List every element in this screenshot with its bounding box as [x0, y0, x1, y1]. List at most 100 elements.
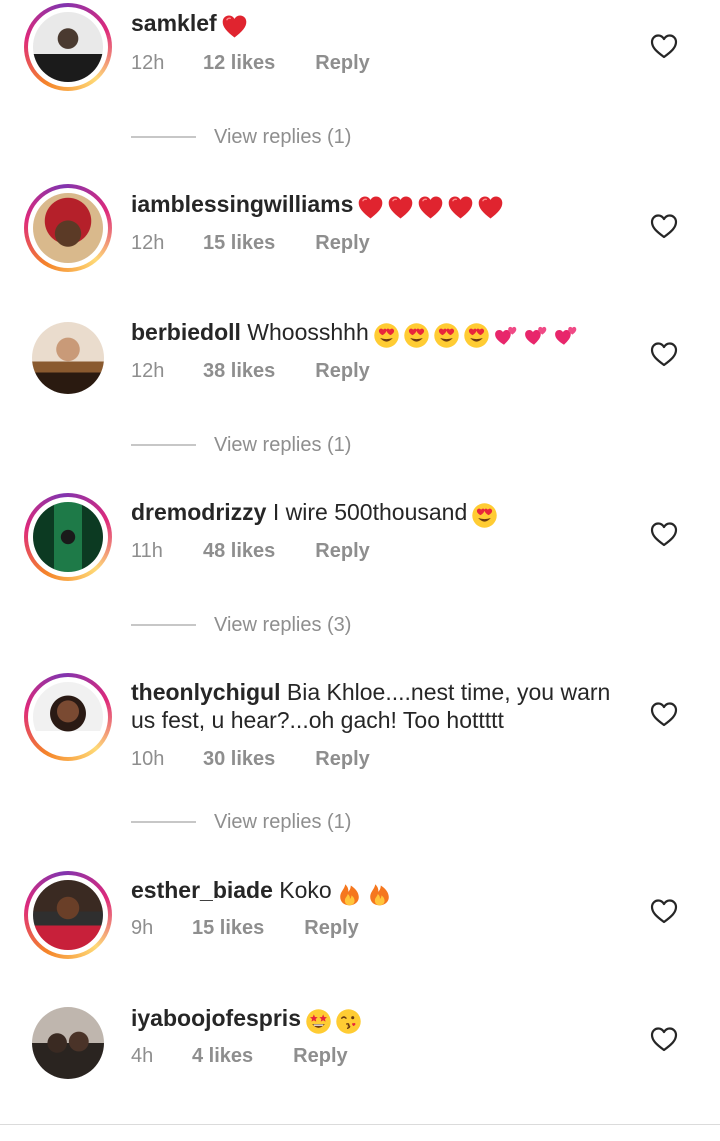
view-replies-label: View replies (1)	[214, 126, 352, 148]
like-heart-icon[interactable]	[650, 701, 678, 727]
view-replies-label: View replies (1)	[214, 434, 352, 456]
timestamp: 12h	[131, 360, 165, 382]
timestamp: 12h	[131, 232, 165, 254]
username[interactable]: theonlychigul	[131, 679, 281, 705]
likes-count[interactable]: 30 likes	[203, 747, 275, 771]
like-heart-icon[interactable]	[650, 341, 678, 367]
avatar	[33, 193, 103, 263]
red-heart-emoji-icon	[221, 13, 248, 40]
emoji-group	[357, 191, 507, 220]
emoji-group	[305, 1005, 365, 1034]
reply-button[interactable]: Reply	[315, 747, 369, 771]
divider-line	[131, 444, 196, 446]
comment-text: iyaboojofespris	[131, 1004, 631, 1035]
two-hearts-emoji-icon	[553, 322, 580, 349]
comment-text: theonlychigul Bia Khloe....nest time, yo…	[131, 678, 651, 734]
divider-line	[131, 624, 196, 626]
emoji-group	[336, 877, 396, 906]
comment-body-line-2: us fest, u hear?...oh gach! Too hottttt	[131, 707, 504, 733]
two-hearts-emoji-icon	[493, 322, 520, 349]
likes-count[interactable]: 15 likes	[203, 231, 275, 255]
view-replies-button[interactable]: View replies (3)	[131, 613, 531, 637]
reply-button[interactable]: Reply	[304, 916, 358, 940]
heart-eyes-emoji-icon	[373, 322, 400, 349]
username[interactable]: samklef	[131, 10, 217, 36]
avatar	[33, 682, 103, 752]
avatar-story-ring[interactable]	[24, 673, 112, 761]
comment-body: Koko	[279, 877, 332, 903]
comment-meta: 12h 12 likes Reply	[131, 51, 370, 75]
avatar-wrap[interactable]	[32, 322, 104, 394]
fire-emoji-icon	[336, 880, 363, 907]
username[interactable]: berbiedoll	[131, 319, 241, 345]
like-heart-icon[interactable]	[650, 213, 678, 239]
reply-button[interactable]: Reply	[315, 51, 369, 75]
red-heart-emoji-icon	[417, 194, 444, 221]
likes-count[interactable]: 15 likes	[192, 916, 264, 940]
comment-text: iamblessingwilliams	[131, 190, 631, 221]
timestamp: 12h	[131, 52, 165, 74]
star-struck-emoji-icon	[305, 1008, 332, 1035]
like-heart-icon[interactable]	[650, 33, 678, 59]
comment-text: esther_biade Koko	[131, 876, 631, 907]
timestamp: 11h	[131, 540, 163, 562]
avatar	[33, 12, 103, 82]
avatar-story-ring[interactable]	[24, 184, 112, 272]
red-heart-emoji-icon	[477, 194, 504, 221]
red-heart-emoji-icon	[387, 194, 414, 221]
view-replies-label: View replies (3)	[214, 614, 352, 636]
avatar	[32, 1007, 104, 1079]
comment-body: Whoosshhh	[247, 319, 369, 345]
avatar	[33, 502, 103, 572]
emoji-group	[373, 319, 583, 348]
heart-eyes-emoji-icon	[403, 322, 430, 349]
comment-text: samklef	[131, 9, 631, 40]
comment-meta: 12h 15 likes Reply	[131, 231, 370, 255]
comment-text: dremodrizzy I wire 500thousand	[131, 498, 631, 529]
avatar-story-ring[interactable]	[24, 871, 112, 959]
comment-text: berbiedoll Whoosshhh	[131, 318, 631, 349]
reply-button[interactable]: Reply	[315, 539, 369, 563]
like-heart-icon[interactable]	[650, 898, 678, 924]
username[interactable]: iyaboojofespris	[131, 1005, 301, 1031]
username[interactable]: esther_biade	[131, 877, 273, 903]
avatar	[33, 880, 103, 950]
like-heart-icon[interactable]	[650, 521, 678, 547]
view-replies-label: View replies (1)	[214, 811, 352, 833]
emoji-group	[221, 10, 251, 39]
reply-button[interactable]: Reply	[315, 359, 369, 383]
reply-button[interactable]: Reply	[293, 1044, 347, 1068]
avatar-wrap[interactable]	[32, 1007, 104, 1079]
like-heart-icon[interactable]	[650, 1026, 678, 1052]
comment-meta: 11h 48 likes Reply	[131, 539, 370, 563]
timestamp: 4h	[131, 1045, 154, 1067]
bottom-divider	[0, 1124, 720, 1125]
divider-line	[131, 136, 196, 138]
red-heart-emoji-icon	[447, 194, 474, 221]
likes-count[interactable]: 4 likes	[192, 1044, 253, 1068]
likes-count[interactable]: 38 likes	[203, 359, 275, 383]
fire-emoji-icon	[366, 880, 393, 907]
timestamp: 9h	[131, 917, 154, 939]
two-hearts-emoji-icon	[523, 322, 550, 349]
avatar-story-ring[interactable]	[24, 493, 112, 581]
comment-meta: 9h 15 likes Reply	[131, 916, 359, 940]
red-heart-emoji-icon	[357, 194, 384, 221]
timestamp: 10h	[131, 748, 165, 770]
comment-meta: 10h 30 likes Reply	[131, 747, 370, 771]
likes-count[interactable]: 48 likes	[203, 539, 275, 563]
username[interactable]: iamblessingwilliams	[131, 191, 353, 217]
avatar	[32, 322, 104, 394]
reply-button[interactable]: Reply	[315, 231, 369, 255]
heart-eyes-emoji-icon	[463, 322, 490, 349]
avatar-story-ring[interactable]	[24, 3, 112, 91]
heart-eyes-emoji-icon	[433, 322, 460, 349]
username[interactable]: dremodrizzy	[131, 499, 266, 525]
divider-line	[131, 821, 196, 823]
emoji-group	[471, 499, 501, 528]
view-replies-button[interactable]: View replies (1)	[131, 125, 531, 149]
view-replies-button[interactable]: View replies (1)	[131, 433, 531, 457]
likes-count[interactable]: 12 likes	[203, 51, 275, 75]
comment-body-line-1: Bia Khloe....nest time, you warn	[286, 679, 611, 705]
view-replies-button[interactable]: View replies (1)	[131, 810, 531, 834]
